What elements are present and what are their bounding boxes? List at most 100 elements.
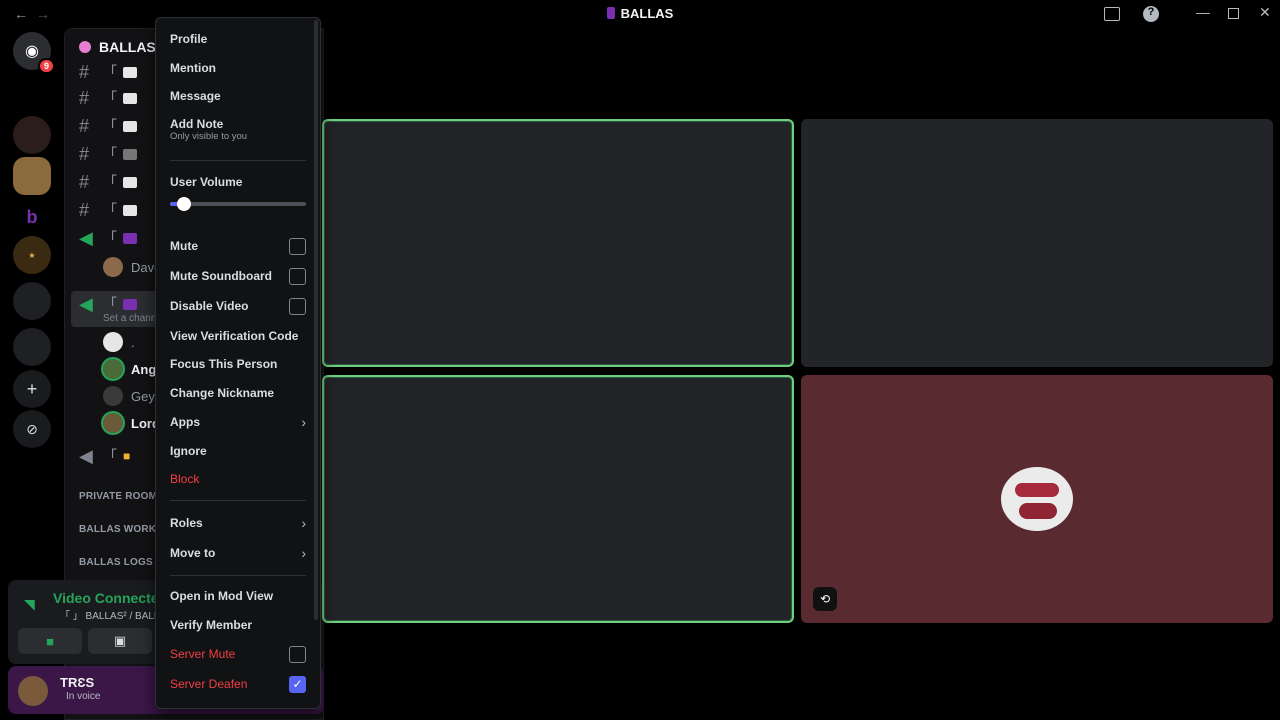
username[interactable]: TRƐS <box>60 675 94 690</box>
voice-user[interactable]: . <box>103 330 135 354</box>
menu-item-mute[interactable]: Mute <box>170 236 306 256</box>
menu-item-label: View Verification Code <box>170 329 299 343</box>
channel-label: 「 <box>103 296 117 312</box>
menu-item-mute-soundboard[interactable]: Mute Soundboard <box>170 266 306 286</box>
menu-item-label: Server Mute <box>170 647 236 661</box>
menu-scrollbar[interactable] <box>314 20 318 620</box>
server-mute-checkbox[interactable] <box>289 645 306 663</box>
server-deafen-checkbox[interactable]: ✓ <box>289 675 306 693</box>
prestige-server-icon[interactable]: ★ <box>13 236 51 274</box>
camera-button[interactable]: ■ <box>18 628 82 654</box>
emoji-icon <box>123 176 137 188</box>
server-name: BALLAS <box>99 39 156 55</box>
avatar <box>103 413 123 433</box>
minimize-icon[interactable]: — <box>1196 4 1210 20</box>
chevron-right-icon: › <box>301 414 306 430</box>
menu-item-server-mute[interactable]: Server Mute <box>170 644 306 664</box>
menu-divider <box>170 500 306 501</box>
voice-user-name: Geyi <box>131 388 158 404</box>
server-folder-icon[interactable] <box>13 282 51 320</box>
emoji-icon <box>123 148 137 160</box>
menu-item-add-note[interactable]: Add Note Only visible to you <box>170 114 306 142</box>
menu-item-label: Block <box>170 472 200 486</box>
menu-item-label: Roles <box>170 516 203 530</box>
menu-item-focus-person[interactable]: Focus This Person <box>170 354 306 374</box>
user-volume-slider[interactable] <box>170 197 306 211</box>
maximize-icon[interactable] <box>1228 8 1239 19</box>
avatar <box>103 257 123 277</box>
user-avatar <box>1001 467 1073 531</box>
channel-label: 「 <box>103 64 117 80</box>
channel-label: 「 <box>103 230 117 246</box>
menu-item-server-deafen[interactable]: Server Deafen ✓ <box>170 674 306 694</box>
channel-label: 「 <box>103 90 117 106</box>
menu-item-message[interactable]: Message <box>170 86 306 106</box>
menu-item-roles[interactable]: Roles › <box>170 513 306 533</box>
category-ballas-work[interactable]: BALLAS WORK <box>79 524 156 535</box>
server-icon <box>606 7 615 19</box>
add-server-icon[interactable]: + <box>13 370 51 408</box>
menu-item-view-verification-code[interactable]: View Verification Code <box>170 326 306 346</box>
menu-item-label: Mute <box>170 239 198 253</box>
inbox-icon[interactable] <box>1104 7 1120 21</box>
slider-handle[interactable] <box>176 197 191 211</box>
menu-item-label: Focus This Person <box>170 357 278 371</box>
menu-item-mention[interactable]: Mention <box>170 58 306 78</box>
voice-status-subtitle: 「 」 BALLAS² / BALL <box>60 611 160 622</box>
menu-item-apps[interactable]: Apps › <box>170 412 306 432</box>
avatar <box>103 359 123 379</box>
speaker-icon: ◀ <box>79 227 93 248</box>
server-folder-icon[interactable] <box>13 328 51 366</box>
voice-user[interactable]: Angl <box>103 357 160 381</box>
voice-user-name: . <box>131 334 135 350</box>
user-status: In voice <box>66 691 101 702</box>
focus-icon[interactable]: ⟲ <box>813 587 837 611</box>
menu-item-open-mod-view[interactable]: Open in Mod View <box>170 586 306 606</box>
menu-item-disable-video[interactable]: Disable Video <box>170 296 306 316</box>
avatar-band <box>1015 483 1059 497</box>
menu-item-profile[interactable]: Profile <box>170 29 306 49</box>
video-tile[interactable] <box>801 119 1273 367</box>
voice-user[interactable]: Lord <box>103 411 160 435</box>
hash-icon: # <box>79 199 90 220</box>
direct-messages-icon[interactable]: ◉ 9 <box>13 32 55 74</box>
menu-item-label: Open in Mod View <box>170 589 274 603</box>
hash-icon: # <box>79 115 90 136</box>
avatar-band <box>1019 503 1057 519</box>
user-context-menu: Profile Mention Message Add Note Only vis… <box>155 17 321 709</box>
speaker-icon: ◀ <box>79 445 93 466</box>
screen-share-button[interactable]: ▣ <box>88 628 152 654</box>
discover-icon[interactable]: ⊘ <box>13 410 51 448</box>
avatar[interactable] <box>18 676 48 706</box>
server-icon[interactable] <box>13 157 51 195</box>
menu-item-label: Apps <box>170 415 200 429</box>
menu-item-label: Ignore <box>170 444 207 458</box>
menu-item-ignore[interactable]: Ignore <box>170 441 306 461</box>
menu-divider <box>170 575 306 576</box>
category-private-rooms[interactable]: PRIVATE ROOMS <box>79 491 164 502</box>
ballas-server-icon[interactable]: b <box>13 198 51 236</box>
disable-video-checkbox[interactable] <box>289 297 306 315</box>
category-ballas-logs[interactable]: BALLAS LOGS <box>79 557 153 568</box>
unread-badge: 9 <box>37 58 55 74</box>
video-tile-self[interactable]: ⟲ <box>801 375 1273 623</box>
server-header[interactable]: BALLAS <box>79 39 156 55</box>
help-icon[interactable]: ? <box>1143 6 1159 22</box>
video-tile[interactable] <box>322 375 794 623</box>
close-icon[interactable]: ✕ <box>1259 4 1271 21</box>
mute-soundboard-checkbox[interactable] <box>289 267 306 285</box>
menu-item-label: Message <box>170 89 221 103</box>
menu-item-change-nickname[interactable]: Change Nickname <box>170 383 306 403</box>
channel-label: 「 <box>103 146 117 162</box>
server-icon[interactable] <box>13 116 51 154</box>
video-tile[interactable] <box>322 119 794 367</box>
voice-user[interactable]: Geyi <box>103 384 158 408</box>
menu-item-move-to[interactable]: Move to › <box>170 543 306 563</box>
menu-item-block[interactable]: Block <box>170 469 306 489</box>
speaker-icon: ◀ <box>79 293 93 314</box>
menu-item-label: Profile <box>170 32 208 46</box>
emoji-icon <box>123 298 137 310</box>
menu-item-verify-member[interactable]: Verify Member <box>170 615 306 635</box>
mute-checkbox[interactable] <box>289 237 306 255</box>
voice-user[interactable]: Dave <box>103 255 161 279</box>
